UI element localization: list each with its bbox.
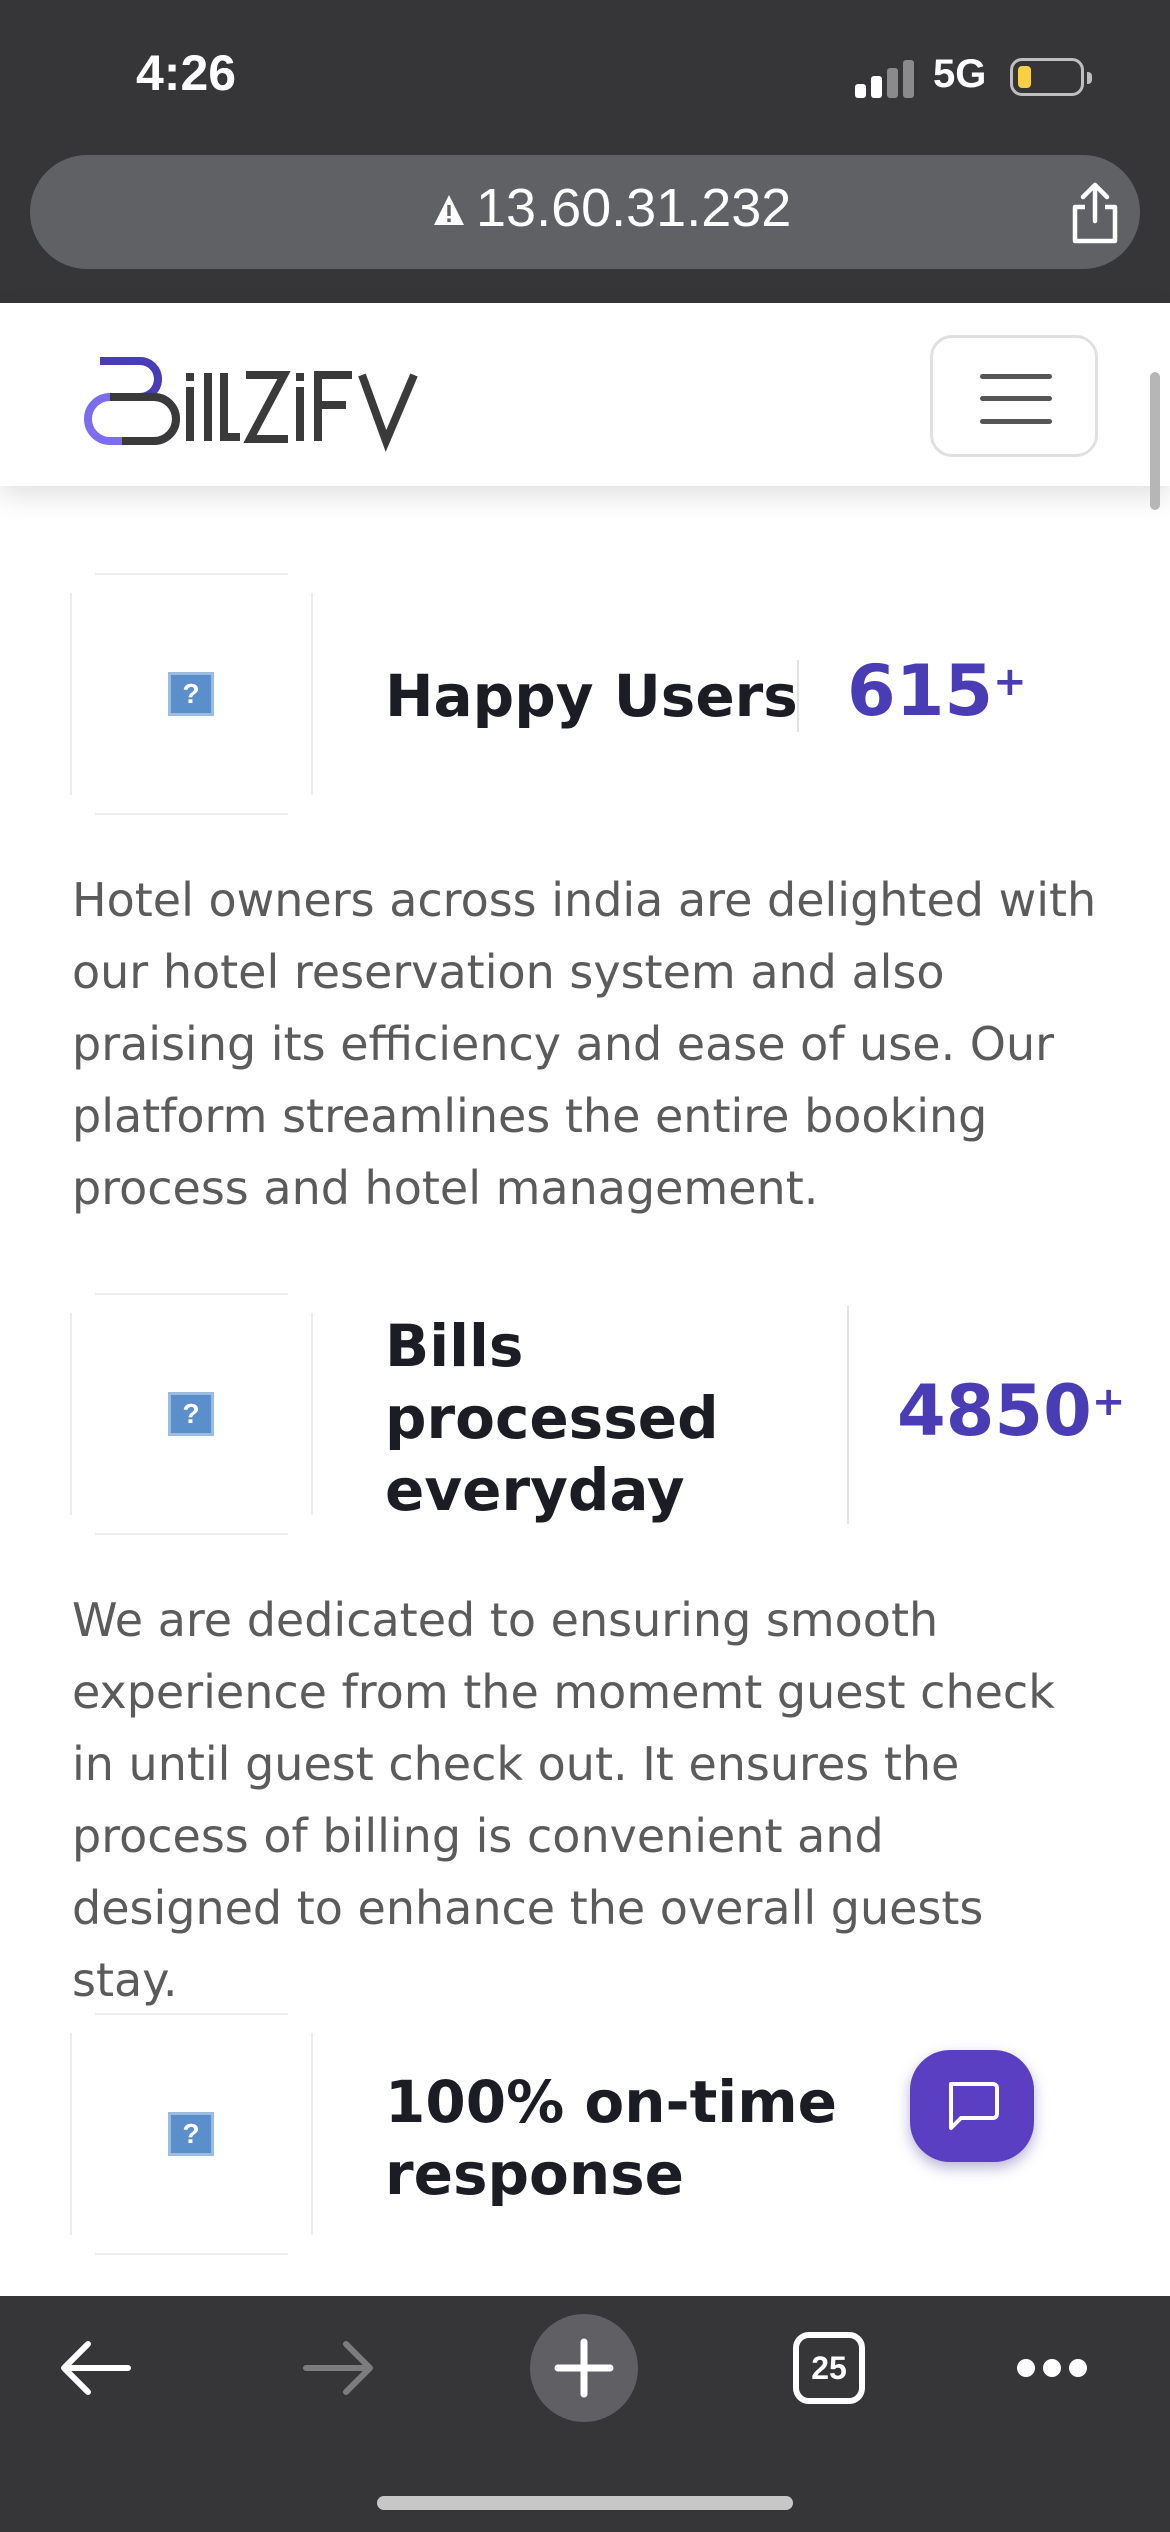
chat-icon bbox=[949, 2082, 999, 2130]
status-time: 4:26 bbox=[136, 45, 237, 101]
more-options-icon[interactable] bbox=[1016, 2356, 1088, 2380]
browser-top-bar: 4:26 5G 13.60.31.232 bbox=[0, 0, 1170, 303]
stat-title: 100% on-time response bbox=[385, 2068, 837, 2208]
stat-title: Bills processed everyday bbox=[385, 1312, 719, 1524]
stat-value: 615+ bbox=[847, 650, 1027, 732]
broken-image-icon: ? bbox=[168, 1392, 214, 1436]
address-bar[interactable]: 13.60.31.232 bbox=[30, 155, 1140, 269]
stat-title: Happy Users bbox=[385, 662, 798, 730]
back-arrow-icon[interactable] bbox=[58, 2340, 132, 2396]
page-scrollbar[interactable] bbox=[1150, 372, 1160, 510]
stat-value: 4850+ bbox=[897, 1370, 1126, 1452]
home-indicator[interactable] bbox=[377, 2496, 793, 2510]
billzify-logo[interactable] bbox=[70, 343, 430, 455]
stat-description: Hotel owners across india are delighted … bbox=[72, 873, 1097, 1215]
tab-count-button[interactable]: 25 bbox=[793, 2332, 865, 2404]
battery-icon bbox=[1010, 58, 1092, 96]
site-header bbox=[0, 303, 1170, 486]
signal-icon bbox=[855, 58, 917, 98]
stat-image-box: ? bbox=[70, 1293, 313, 1535]
stat-divider bbox=[797, 660, 799, 732]
broken-image-icon: ? bbox=[168, 2112, 214, 2156]
stat-divider bbox=[847, 1306, 849, 1524]
forward-arrow-icon[interactable] bbox=[302, 2340, 376, 2396]
warning-icon bbox=[434, 195, 464, 225]
chat-button[interactable] bbox=[910, 2050, 1034, 2162]
menu-toggle-button[interactable] bbox=[930, 335, 1098, 457]
new-tab-plus-icon[interactable] bbox=[530, 2314, 638, 2422]
stat-description: We are dedicated to ensuring smooth expe… bbox=[72, 1593, 1055, 2007]
stat-image-box: ? bbox=[70, 2013, 313, 2255]
stat-image-box: ? bbox=[70, 573, 313, 815]
url-text[interactable]: 13.60.31.232 bbox=[476, 177, 791, 239]
share-icon[interactable] bbox=[1067, 181, 1123, 245]
network-type: 5G bbox=[933, 52, 987, 96]
broken-image-icon: ? bbox=[168, 672, 214, 716]
browser-bottom-toolbar: 25 bbox=[0, 2296, 1170, 2532]
